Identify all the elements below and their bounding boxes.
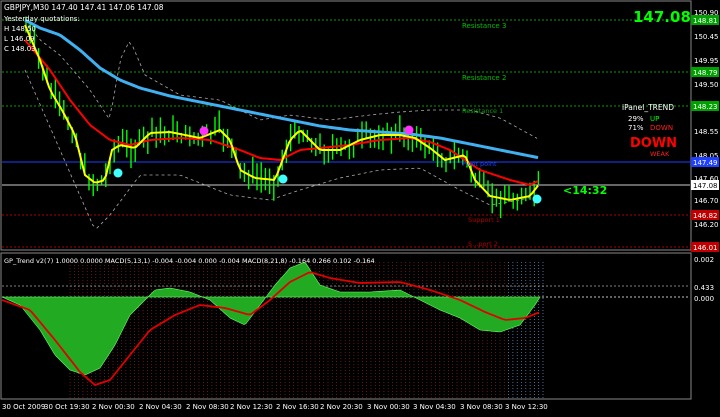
time-axis-label: 2 Nov 00:30 xyxy=(92,403,135,411)
chart-window[interactable]: 150.90150.45149.95149.50149.00148.55148.… xyxy=(0,0,720,413)
price-axis-label: 148.55 xyxy=(694,128,719,136)
time-axis-label: 3 Nov 12:30 xyxy=(505,403,548,411)
panel-down-pct: 71% xyxy=(628,124,644,132)
price-tag-label: 146.01 xyxy=(693,244,718,252)
indicator-label: GP_Trend v2(7) 1.0000 0.0000 MACD(5,13,1… xyxy=(4,257,375,265)
resistance2-label: Resistance 2 xyxy=(462,74,506,82)
price-axis-label: 146.20 xyxy=(694,221,719,229)
time-axis-label: 2 Nov 04:30 xyxy=(139,403,182,411)
price-tag-label: 148.23 xyxy=(693,103,718,111)
price-axis-label: 149.95 xyxy=(694,57,719,65)
support3-label: S...port 2 xyxy=(468,240,498,248)
resistance1-label: Resistance 1 xyxy=(462,107,503,115)
time-axis-label: 3 Nov 08:30 xyxy=(460,403,503,411)
price-tag-label: 148.79 xyxy=(693,69,718,77)
time-axis-label: 2 Nov 20:30 xyxy=(320,403,363,411)
cyan-signal-dot xyxy=(532,194,542,204)
panel-up-pct: 29% xyxy=(628,115,644,123)
panel-down-label: DOWN xyxy=(650,124,673,132)
support1-label: Support 1 xyxy=(468,216,500,224)
time-axis-label: 2 Nov 08:30 xyxy=(186,403,229,411)
yesterday-title: Yesterday quotations: xyxy=(3,15,80,23)
indicator-axis-label: 0.002 xyxy=(694,256,714,264)
cyan-signal-dot xyxy=(278,174,288,184)
time-axis-label: 30 Oct 19:30 xyxy=(44,403,90,411)
panel-up-label: UP xyxy=(650,115,659,123)
price-tag-label: 147.49 xyxy=(693,159,718,167)
price-axis-label: 149.50 xyxy=(694,81,719,89)
price-pane[interactable] xyxy=(0,0,692,251)
symbol-header: GBPJPY,M30 147.40 147.41 147.06 147.08 xyxy=(4,3,164,12)
price-tag-label: 147.08 xyxy=(693,182,718,190)
price-tag-label: 148.81 xyxy=(693,17,718,25)
time-axis-label: 3 Nov 04:30 xyxy=(413,403,456,411)
price-axis-label: 150.45 xyxy=(694,33,719,41)
cyan-signal-dot xyxy=(113,168,123,178)
panel-direction: DOWN xyxy=(630,136,677,151)
price-tag-label: 146.82 xyxy=(693,212,718,220)
time-axis-label: 2 Nov 12:30 xyxy=(230,403,273,411)
price-axis-label: 146.70 xyxy=(694,197,719,205)
magenta-signal-dot xyxy=(404,125,414,135)
magenta-signal-dot xyxy=(199,126,209,136)
current-price-badge: 147.08 xyxy=(633,8,691,26)
yesterday-high: H 148.50 xyxy=(4,25,36,33)
time-axis-label: 2 Nov 16:30 xyxy=(276,403,319,411)
yesterday-close: C 148.03 xyxy=(4,45,36,53)
yesterday-low: L 146.09 xyxy=(4,35,35,43)
indicator-axis-label: 0.433 xyxy=(694,284,714,292)
panel-title: iPanel_TREND xyxy=(622,103,674,112)
panel-strength: WEAK xyxy=(650,150,670,158)
candle-timer: <14:32 xyxy=(563,184,607,197)
pivot-label: Pivot point xyxy=(462,160,497,168)
time-axis-label: 30 Oct 2009 xyxy=(2,403,45,411)
resistance3-label: Resistance 3 xyxy=(462,22,506,30)
time-axis-label: 3 Nov 00:30 xyxy=(367,403,410,411)
indicator-axis-label: 0.000 xyxy=(694,295,714,303)
